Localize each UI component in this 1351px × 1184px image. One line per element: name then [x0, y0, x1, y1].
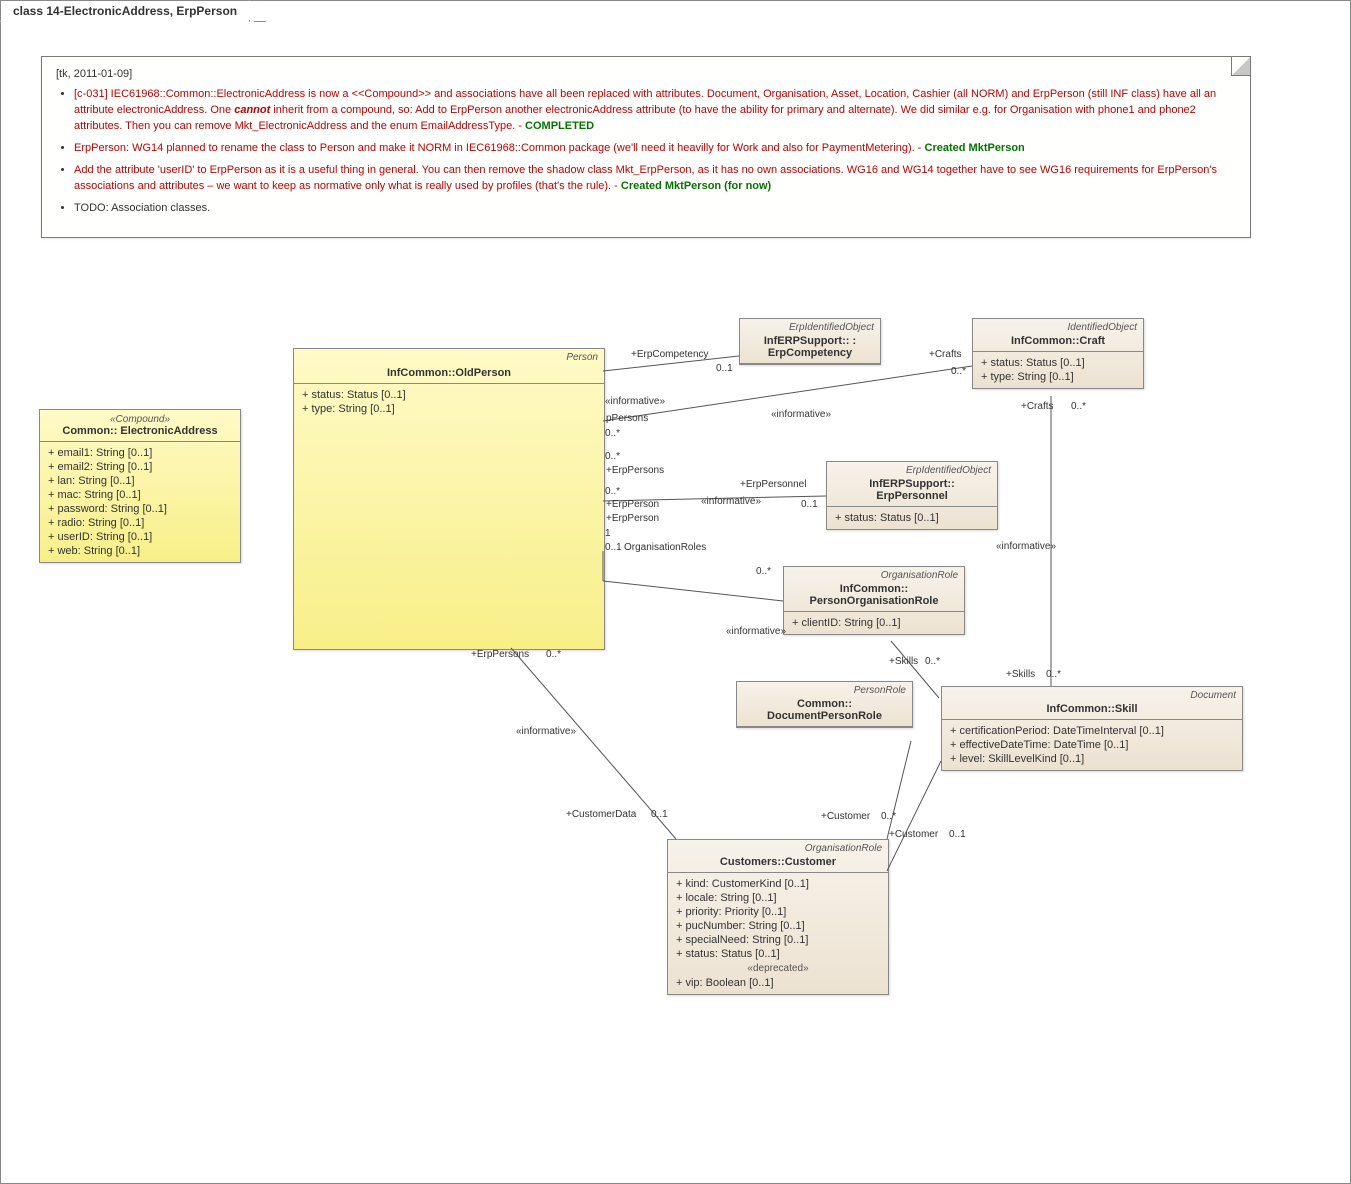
class-erp-competency[interactable]: ErpIdentifiedObject InfERPSupport:: : Er…	[739, 318, 881, 365]
note-box: [tk, 2011-01-09] [c-031] IEC61968::Commo…	[41, 56, 1251, 238]
mult-erppersonnel: 0..1	[801, 499, 818, 510]
role-crafts: +Crafts	[929, 349, 962, 360]
class-skill[interactable]: Document InfCommon::Skill + certificatio…	[941, 686, 1243, 771]
txt-informative-4: «informative»	[726, 626, 786, 637]
mult-customer: 0..*	[881, 811, 896, 822]
class-erp-personnel[interactable]: ErpIdentifiedObject InfERPSupport:: ErpP…	[826, 461, 998, 530]
mult-erpperson: 0..*	[605, 486, 620, 497]
note-item: [c-031] IEC61968::Common::ElectronicAddr…	[74, 87, 1236, 135]
role-crafts2: +Crafts	[1021, 401, 1054, 412]
class-person-org-role[interactable]: OrganisationRole InfCommon:: PersonOrgan…	[783, 566, 965, 635]
txt-informative-3: «informative»	[701, 496, 761, 507]
role-org-roles: OrganisationRoles	[624, 542, 706, 553]
txt-informative-6: «informative»	[996, 541, 1056, 552]
mult-skills: 0..*	[925, 656, 940, 667]
role-erpperson: +ErpPerson	[606, 499, 659, 510]
role-customer-data: +CustomerData	[566, 809, 636, 820]
txt-informative-5: «informative»	[516, 726, 576, 737]
mult-erppersons2: 0..*	[546, 649, 561, 660]
class-old-person[interactable]: Person InfCommon::OldPerson + status: St…	[293, 348, 605, 650]
role-skills2: +Skills	[1006, 669, 1035, 680]
role-customer2: +Customer	[889, 829, 938, 840]
note-item: TODO: Association classes.	[74, 201, 1236, 217]
class-electronic-address[interactable]: «Compound» Common:: ElectronicAddress + …	[39, 409, 241, 563]
diagram-title: class 14-ElectronicAddress, ErpPerson	[13, 4, 237, 18]
mult-01: 0..1	[605, 542, 622, 553]
mult-org-roles: 0..*	[756, 566, 771, 577]
role-erppersons2: +ErpPersons	[471, 649, 529, 660]
mult-customer-data: 0..1	[651, 809, 668, 820]
mult-erp-competency: 0..1	[716, 363, 733, 374]
diagram-tab: class 14-ElectronicAddress, ErpPerson	[0, 0, 250, 22]
txt-informative-1: «informative»	[605, 396, 665, 407]
mult-customer2: 0..1	[949, 829, 966, 840]
class-craft[interactable]: IdentifiedObject InfCommon::Craft + stat…	[972, 318, 1144, 389]
mult-skills2: 0..*	[1046, 669, 1061, 680]
note-item: ErpPerson: WG14 planned to rename the cl…	[74, 141, 1236, 157]
mult-erppersons: 0..*	[605, 451, 620, 462]
role-customer: +Customer	[821, 811, 870, 822]
txt-informative-2: «informative»	[771, 409, 831, 420]
note-header: [tk, 2011-01-09]	[56, 67, 1236, 83]
note-ear-icon	[1231, 57, 1250, 76]
class-customer[interactable]: OrganisationRole Customers::Customer + k…	[667, 839, 889, 995]
role-ppersons: pPersons	[606, 413, 648, 424]
class-doc-person-role[interactable]: PersonRole Common:: DocumentPersonRole	[736, 681, 913, 728]
mult-ppersons: 0..*	[605, 428, 620, 439]
role-erp-competency: +ErpCompetency	[631, 349, 709, 360]
diagram-frame: class 14-ElectronicAddress, ErpPerson [t…	[0, 0, 1351, 1184]
role-erppersons: +ErpPersons	[606, 465, 664, 476]
mult-one: 1	[605, 528, 611, 539]
mult-crafts: 0..*	[951, 366, 966, 377]
mult-crafts2: 0..*	[1071, 401, 1086, 412]
role-erpperson2: +ErpPerson	[606, 513, 659, 524]
role-skills: +Skills	[889, 656, 918, 667]
note-item: Add the attribute 'userID' to ErpPerson …	[74, 163, 1236, 195]
role-erppersonnel: +ErpPersonnel	[740, 479, 806, 490]
note-list: [c-031] IEC61968::Common::ElectronicAddr…	[74, 87, 1236, 217]
